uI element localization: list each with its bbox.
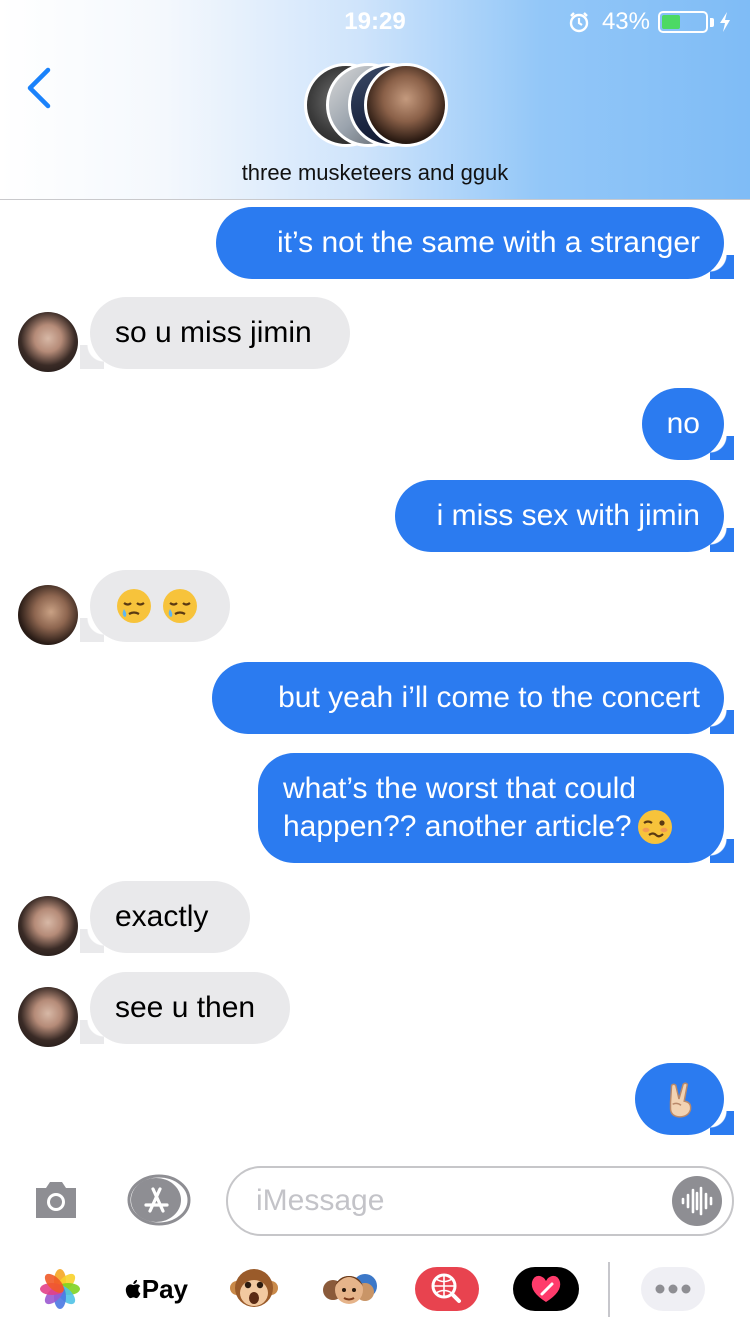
- sent-message[interactable]: no: [642, 388, 734, 460]
- received-message[interactable]: so u miss jimin: [80, 297, 350, 369]
- sent-message[interactable]: it’s not the same with a stranger: [216, 207, 734, 279]
- photos-app[interactable]: [38, 1258, 82, 1320]
- web-image-search-app[interactable]: [414, 1258, 480, 1320]
- woozy-face-emoji: [637, 810, 672, 844]
- sleepy-face-emoji: [163, 589, 197, 623]
- more-ellipsis-icon: [641, 1267, 705, 1311]
- status-right: 43%: [568, 8, 732, 36]
- heart-touch-icon: [513, 1267, 579, 1311]
- group-avatar-stack[interactable]: [304, 63, 454, 149]
- apple-pay-app[interactable]: Pay: [124, 1258, 188, 1320]
- digital-touch-app[interactable]: [512, 1258, 580, 1320]
- sent-message[interactable]: [635, 1063, 734, 1135]
- sender-avatar[interactable]: [18, 987, 78, 1047]
- sent-message[interactable]: i miss sex with jimin: [395, 480, 734, 552]
- group-member-avatar: [364, 63, 448, 147]
- imessage-text-field[interactable]: [256, 1168, 656, 1234]
- photos-icon: [40, 1269, 80, 1309]
- back-chevron-icon[interactable]: [22, 66, 56, 110]
- app-store-icon[interactable]: [127, 1174, 191, 1226]
- sleepy-face-emoji: [117, 589, 151, 623]
- battery-tip: [710, 17, 714, 27]
- received-message[interactable]: exactly: [80, 881, 250, 953]
- received-message[interactable]: see u then: [80, 972, 290, 1044]
- camera-icon[interactable]: [32, 1178, 80, 1222]
- memoji-stickers-icon: [323, 1274, 377, 1304]
- sender-avatar[interactable]: [18, 312, 78, 372]
- received-message[interactable]: [80, 570, 230, 642]
- imessage-input[interactable]: [226, 1166, 734, 1236]
- battery-percent: 43%: [601, 8, 650, 35]
- charging-bolt-icon: [720, 12, 730, 32]
- conversation-header: 19:29 43% three musketeers and gguk: [0, 0, 750, 200]
- sender-avatar[interactable]: [18, 896, 78, 956]
- victory-hand-emoji: [669, 1082, 691, 1118]
- message-line-row: happen?? another article?: [283, 808, 674, 846]
- alarm-icon: [569, 12, 589, 33]
- battery-icon: [658, 11, 708, 33]
- app-drawer-divider: [608, 1262, 610, 1317]
- sender-avatar[interactable]: [18, 585, 78, 645]
- animoji-app[interactable]: [228, 1258, 280, 1320]
- sent-message[interactable]: but yeah i’ll come to the concert: [212, 662, 734, 734]
- image-search-icon: [415, 1267, 479, 1311]
- message-list[interactable]: it’s not the same with a stranger so u m…: [0, 200, 750, 1150]
- battery-level: [662, 15, 681, 29]
- monkey-animoji-icon: [230, 1269, 278, 1307]
- group-name[interactable]: three musketeers and gguk: [0, 160, 750, 186]
- more-apps-button[interactable]: [640, 1258, 706, 1320]
- memoji-app[interactable]: [318, 1258, 384, 1320]
- audio-waveform-icon: [681, 1186, 713, 1216]
- audio-message-button[interactable]: [672, 1176, 722, 1226]
- sent-message[interactable]: what’s the worst that could happen?? ano…: [258, 753, 734, 863]
- apple-logo-icon: [125, 1279, 141, 1299]
- app-drawer: Pay: [0, 1258, 750, 1324]
